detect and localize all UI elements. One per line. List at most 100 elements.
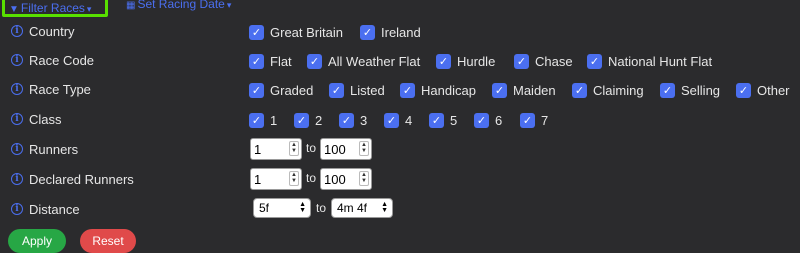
input-value: 1 bbox=[254, 142, 262, 157]
info-icon[interactable]: i bbox=[11, 143, 23, 155]
tab-set-racing-date-label: Set Racing Date bbox=[137, 0, 225, 11]
checkbox-maiden[interactable]: ✓ Maiden bbox=[492, 80, 556, 100]
declared-runners-row: i Declared Runners 1 ▲ ▼ to 100 ▲ ▼ bbox=[0, 168, 800, 192]
checkbox-label: Maiden bbox=[513, 82, 556, 98]
country-row: i Country ✓ Great Britain ✓ Ireland bbox=[0, 22, 800, 44]
checkbox-class-5[interactable]: ✓ 5 bbox=[429, 110, 457, 130]
spinner-icon[interactable]: ▲ ▼ bbox=[359, 171, 369, 186]
input-value: 1 bbox=[254, 172, 262, 187]
input-value: 100 bbox=[324, 142, 346, 157]
checkbox-chase[interactable]: ✓ Chase bbox=[514, 51, 573, 71]
checkbox-label: Selling bbox=[681, 82, 721, 98]
info-icon[interactable]: i bbox=[11, 173, 23, 185]
select-arrows-icon: ▲ ▼ bbox=[299, 201, 306, 214]
checkbox-great-britain[interactable]: ✓ Great Britain bbox=[249, 22, 343, 42]
runners-max-input[interactable]: 100 ▲ ▼ bbox=[320, 138, 372, 160]
checkbox-class-1[interactable]: ✓ 1 bbox=[249, 110, 277, 130]
check-icon: ✓ bbox=[492, 82, 507, 98]
spinner-icon[interactable]: ▲ ▼ bbox=[289, 141, 299, 156]
check-icon: ✓ bbox=[474, 112, 489, 128]
checkbox-handicap[interactable]: ✓ Handicap bbox=[400, 80, 476, 100]
runners-row: i Runners 1 ▲ ▼ to 100 ▲ ▼ bbox=[0, 138, 800, 162]
declared-runners-max-input[interactable]: 100 ▲ ▼ bbox=[320, 168, 372, 190]
checkbox-all-weather-flat[interactable]: ✓ All Weather Flat bbox=[307, 51, 420, 71]
spinner-icon[interactable]: ▲ ▼ bbox=[359, 141, 369, 156]
distance-min-select[interactable]: 5f ▲ ▼ bbox=[253, 198, 311, 218]
check-icon: ✓ bbox=[294, 112, 309, 128]
check-icon: ✓ bbox=[520, 112, 535, 128]
input-value: 100 bbox=[324, 172, 346, 187]
range-to-label: to bbox=[316, 201, 327, 215]
checkbox-selling[interactable]: ✓ Selling bbox=[660, 80, 720, 100]
checkbox-class-7[interactable]: ✓ 7 bbox=[520, 110, 548, 130]
checkbox-national-hunt-flat[interactable]: ✓ National Hunt Flat bbox=[587, 51, 712, 71]
checkbox-label: All Weather Flat bbox=[328, 53, 421, 69]
info-icon[interactable]: i bbox=[11, 203, 23, 215]
range-to-label: to bbox=[306, 171, 317, 185]
checkbox-label: Claiming bbox=[593, 82, 644, 98]
checkbox-class-6[interactable]: ✓ 6 bbox=[474, 110, 502, 130]
calendar-icon: ▦ bbox=[126, 0, 136, 11]
check-icon: ✓ bbox=[384, 112, 399, 128]
check-icon: ✓ bbox=[660, 82, 675, 98]
declared-runners-min-input[interactable]: 1 ▲ ▼ bbox=[250, 168, 302, 190]
checkbox-flat[interactable]: ✓ Flat bbox=[249, 51, 292, 71]
checkbox-label: Hurdle bbox=[457, 53, 496, 69]
runners-min-input[interactable]: 1 ▲ ▼ bbox=[250, 138, 302, 160]
checkbox-class-2[interactable]: ✓ 2 bbox=[294, 110, 322, 130]
apply-button[interactable]: Apply bbox=[8, 229, 66, 253]
distance-row: i Distance 5f ▲ ▼ to 4m 4f ▲ ▼ bbox=[0, 198, 800, 222]
checkbox-other[interactable]: ✓ Other bbox=[736, 80, 790, 100]
reset-button[interactable]: Reset bbox=[80, 229, 136, 253]
tab-filter-races[interactable]: ▼ Filter Races ▾ bbox=[2, 0, 108, 17]
class-label: Class bbox=[29, 112, 62, 127]
check-icon: ✓ bbox=[329, 82, 344, 98]
distance-max-select[interactable]: 4m 4f ▲ ▼ bbox=[331, 198, 393, 218]
checkbox-label: National Hunt Flat bbox=[608, 53, 713, 69]
check-icon: ✓ bbox=[249, 53, 264, 69]
checkbox-label: Other bbox=[757, 82, 790, 98]
check-icon: ✓ bbox=[736, 82, 751, 98]
check-icon: ✓ bbox=[249, 82, 264, 98]
check-icon: ✓ bbox=[429, 112, 444, 128]
check-icon: ✓ bbox=[572, 82, 587, 98]
spinner-icon[interactable]: ▲ ▼ bbox=[289, 171, 299, 186]
checkbox-label: Chase bbox=[535, 53, 573, 69]
check-icon: ✓ bbox=[360, 24, 375, 40]
caret-down-icon: ▾ bbox=[226, 0, 232, 10]
checkbox-listed[interactable]: ✓ Listed bbox=[329, 80, 385, 100]
tab-set-racing-date[interactable]: ▦ Set Racing Date ▾ bbox=[126, 0, 231, 11]
checkbox-ireland[interactable]: ✓ Ireland bbox=[360, 22, 421, 42]
checkbox-class-4[interactable]: ✓ 4 bbox=[384, 110, 412, 130]
check-icon: ✓ bbox=[307, 53, 322, 69]
checkbox-label: Ireland bbox=[381, 24, 421, 40]
declared-runners-label: Declared Runners bbox=[29, 172, 134, 187]
runners-label: Runners bbox=[29, 142, 79, 157]
check-icon: ✓ bbox=[339, 112, 354, 128]
check-icon: ✓ bbox=[587, 53, 602, 69]
info-icon[interactable]: i bbox=[11, 83, 23, 95]
checkbox-hurdle[interactable]: ✓ Hurdle bbox=[436, 51, 495, 71]
check-icon: ✓ bbox=[249, 24, 264, 40]
range-to-label: to bbox=[306, 141, 317, 155]
class-row: i Class ✓ 1 ✓ 2 ✓ 3 ✓ 4 ✓ 5 ✓ 6 ✓ 7 bbox=[0, 110, 800, 132]
checkbox-label: 2 bbox=[315, 112, 323, 128]
distance-label: Distance bbox=[29, 202, 80, 217]
checkbox-label: 1 bbox=[270, 112, 278, 128]
info-icon[interactable]: i bbox=[11, 113, 23, 125]
select-value: 5f bbox=[259, 201, 270, 215]
filter-icon: ▼ bbox=[9, 4, 19, 15]
top-bar: ▼ Filter Races ▾ ▦ Set Racing Date ▾ bbox=[0, 0, 800, 20]
checkbox-label: 7 bbox=[541, 112, 549, 128]
checkbox-label: 6 bbox=[495, 112, 503, 128]
info-icon[interactable]: i bbox=[11, 25, 23, 37]
checkbox-class-3[interactable]: ✓ 3 bbox=[339, 110, 367, 130]
checkbox-label: 4 bbox=[405, 112, 413, 128]
checkbox-label: Flat bbox=[270, 53, 292, 69]
race-type-row: i Race Type ✓ Graded ✓ Listed ✓ Handicap ✓ M… bbox=[0, 80, 800, 102]
info-icon[interactable]: i bbox=[11, 54, 23, 66]
checkbox-claiming[interactable]: ✓ Claiming bbox=[572, 80, 644, 100]
checkbox-graded[interactable]: ✓ Graded bbox=[249, 80, 313, 100]
checkbox-label: Great Britain bbox=[270, 24, 343, 40]
check-icon: ✓ bbox=[436, 53, 451, 69]
